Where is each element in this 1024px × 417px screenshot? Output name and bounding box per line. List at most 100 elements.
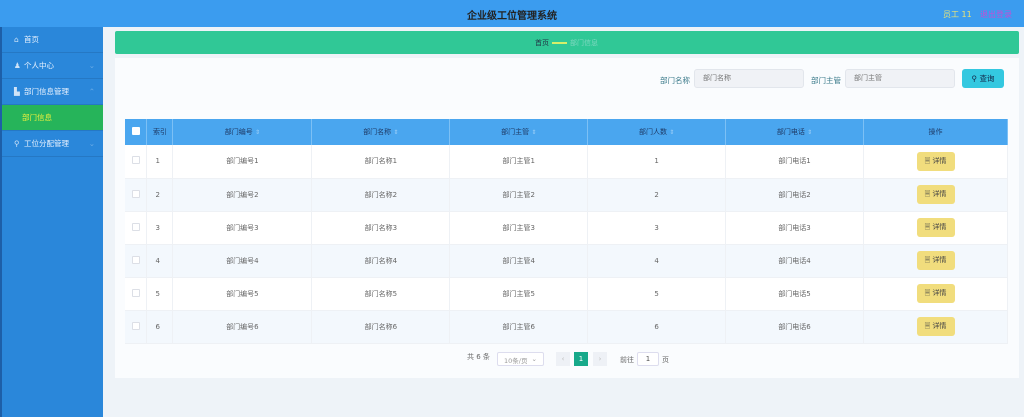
cell-dept-name: 部门名称2 bbox=[311, 178, 451, 212]
chevron-down-icon: ⌄ bbox=[88, 139, 95, 148]
cell-dept-no: 部门编号4 bbox=[172, 244, 313, 278]
detail-button[interactable]: 🗏 详情 bbox=[916, 284, 955, 303]
cell-dept-name: 部门名称3 bbox=[311, 211, 451, 245]
cell-dept-manager: 部门主管6 bbox=[449, 310, 589, 344]
col-dept-name[interactable]: 部门名称 ⇕ bbox=[311, 119, 451, 145]
document-icon: 🗏 bbox=[924, 322, 931, 330]
pagination-total: 共 6 条 bbox=[467, 353, 490, 361]
goto-page-input[interactable]: 1 bbox=[637, 352, 659, 366]
cell-dept-name: 部门名称6 bbox=[311, 310, 451, 344]
table-row: 4 部门编号4 部门名称4 部门主管4 4 部门电话4 🗏 详情 bbox=[125, 244, 1008, 278]
pin-icon: ⚲ bbox=[14, 139, 20, 148]
cell-dept-count: 3 bbox=[587, 211, 727, 245]
table-row: 1 部门编号1 部门名称1 部门主管1 1 部门电话1 🗏 详情 bbox=[125, 145, 1008, 179]
cell-dept-name: 部门名称4 bbox=[311, 244, 451, 278]
cell-dept-no: 部门编号1 bbox=[172, 145, 313, 179]
page-1-button[interactable]: 1 bbox=[574, 352, 588, 366]
table-row: 3 部门编号3 部门名称3 部门主管3 3 部门电话3 🗏 详情 bbox=[125, 211, 1008, 245]
cell-dept-count: 2 bbox=[587, 178, 727, 212]
row-checkbox[interactable] bbox=[125, 310, 148, 344]
cell-dept-count: 5 bbox=[587, 277, 727, 311]
logout-link[interactable]: 退出登录 bbox=[980, 9, 1012, 20]
cell-dept-manager: 部门主管5 bbox=[449, 277, 589, 311]
cell-dept-phone: 部门电话1 bbox=[725, 145, 864, 179]
cell-index: 1 bbox=[146, 145, 174, 179]
dept-table: 索引 部门编号 ⇕ 部门名称 ⇕ 部门主管 ⇕ 部门人数 ⇕ 部门电话 ⇕ 操作… bbox=[125, 119, 1008, 344]
cell-dept-name: 部门名称5 bbox=[311, 277, 451, 311]
cell-dept-name: 部门名称1 bbox=[311, 145, 451, 179]
search-button-label: 查询 bbox=[979, 74, 995, 83]
sort-icon: ⇕ bbox=[393, 129, 399, 136]
cell-index: 3 bbox=[146, 211, 174, 245]
document-icon: 🗏 bbox=[924, 156, 931, 165]
col-index: 索引 bbox=[146, 119, 174, 145]
sidebar-item-label: 首页 bbox=[24, 35, 39, 44]
detail-button[interactable]: 🗏 详情 bbox=[916, 218, 955, 237]
cell-dept-no: 部门编号2 bbox=[172, 178, 313, 212]
building-icon: ▙ bbox=[14, 87, 20, 96]
breadcrumb-home[interactable]: 首页 bbox=[535, 39, 549, 47]
cell-dept-manager: 部门主管1 bbox=[449, 145, 589, 179]
breadcrumb: 首页 部门信息 bbox=[535, 38, 598, 48]
cell-dept-no: 部门编号3 bbox=[172, 211, 313, 245]
col-dept-phone[interactable]: 部门电话 ⇕ bbox=[725, 119, 864, 145]
sidebar-item-seat-mgmt[interactable]: ⚲ 工位分配管理 ⌄ bbox=[2, 131, 103, 157]
document-icon: 🗏 bbox=[924, 223, 931, 231]
row-checkbox[interactable] bbox=[125, 145, 148, 179]
table-row: 2 部门编号2 部门名称2 部门主管2 2 部门电话2 🗏 详情 bbox=[125, 178, 1008, 212]
detail-button[interactable]: 🗏 详情 bbox=[916, 251, 955, 270]
cell-dept-no: 部门编号6 bbox=[172, 310, 313, 344]
col-actions: 操作 bbox=[863, 119, 1008, 145]
sort-icon: ⇕ bbox=[807, 129, 813, 136]
cell-dept-phone: 部门电话5 bbox=[725, 277, 864, 311]
sort-icon: ⇕ bbox=[669, 129, 675, 136]
sort-icon: ⇕ bbox=[255, 129, 261, 136]
sidebar-item-label: 个人中心 bbox=[24, 61, 54, 70]
prev-page-button[interactable]: ‹ bbox=[556, 352, 570, 366]
sidebar-item-dept-info[interactable]: 部门信息 bbox=[2, 105, 103, 131]
goto-label: 前往 bbox=[620, 356, 634, 364]
detail-button[interactable]: 🗏 详情 bbox=[916, 317, 955, 336]
row-checkbox[interactable] bbox=[125, 211, 148, 245]
dept-manager-input[interactable] bbox=[845, 69, 955, 88]
cell-index: 5 bbox=[146, 277, 174, 311]
sidebar-item-home[interactable]: ⌂ 首页 bbox=[2, 27, 103, 53]
app-title: 企业级工位管理系统 bbox=[467, 11, 557, 22]
chevron-down-icon: ⌄ bbox=[88, 61, 95, 70]
cell-index: 6 bbox=[146, 310, 174, 344]
sidebar-item-label: 部门信息 bbox=[22, 113, 52, 122]
sidebar-item-label: 部门信息管理 bbox=[24, 87, 69, 96]
document-icon: 🗏 bbox=[924, 190, 931, 198]
col-dept-no[interactable]: 部门编号 ⇕ bbox=[172, 119, 313, 145]
current-user: 员工 11 bbox=[943, 10, 972, 19]
detail-button[interactable]: 🗏 详情 bbox=[916, 151, 955, 171]
cell-dept-phone: 部门电话4 bbox=[725, 244, 864, 278]
cell-dept-count: 4 bbox=[587, 244, 727, 278]
dept-name-label: 部门名称 bbox=[660, 76, 690, 85]
cell-dept-phone: 部门电话2 bbox=[725, 178, 864, 212]
home-icon: ⌂ bbox=[14, 35, 19, 44]
col-dept-manager[interactable]: 部门主管 ⇕ bbox=[449, 119, 589, 145]
sort-icon: ⇕ bbox=[531, 129, 537, 136]
sidebar-item-dept-mgmt[interactable]: ▙ 部门信息管理 ⌃ bbox=[2, 79, 103, 105]
detail-button[interactable]: 🗏 详情 bbox=[916, 185, 955, 204]
row-checkbox[interactable] bbox=[125, 178, 148, 212]
dept-name-input[interactable] bbox=[694, 69, 804, 88]
cell-dept-count: 6 bbox=[587, 310, 727, 344]
select-all-checkbox[interactable] bbox=[125, 119, 148, 145]
cell-dept-phone: 部门电话3 bbox=[725, 211, 864, 245]
breadcrumb-current: 部门信息 bbox=[570, 39, 598, 47]
sidebar-item-profile[interactable]: ♟ 个人中心 ⌄ bbox=[2, 53, 103, 79]
user-icon: ♟ bbox=[14, 61, 21, 70]
cell-dept-manager: 部门主管3 bbox=[449, 211, 589, 245]
col-dept-count[interactable]: 部门人数 ⇕ bbox=[587, 119, 727, 145]
page-size-select[interactable]: 10条/页 ⌄ bbox=[497, 352, 544, 366]
cell-dept-no: 部门编号5 bbox=[172, 277, 313, 311]
next-page-button[interactable]: › bbox=[593, 352, 607, 366]
row-checkbox[interactable] bbox=[125, 277, 148, 311]
top-header: 企业级工位管理系统 员工 11 退出登录 bbox=[0, 0, 1024, 27]
sidebar-item-label: 工位分配管理 bbox=[24, 139, 69, 148]
row-checkbox[interactable] bbox=[125, 244, 148, 278]
search-button[interactable]: ⚲ 查询 bbox=[962, 69, 1004, 88]
table-row: 6 部门编号6 部门名称6 部门主管6 6 部门电话6 🗏 详情 bbox=[125, 310, 1008, 344]
